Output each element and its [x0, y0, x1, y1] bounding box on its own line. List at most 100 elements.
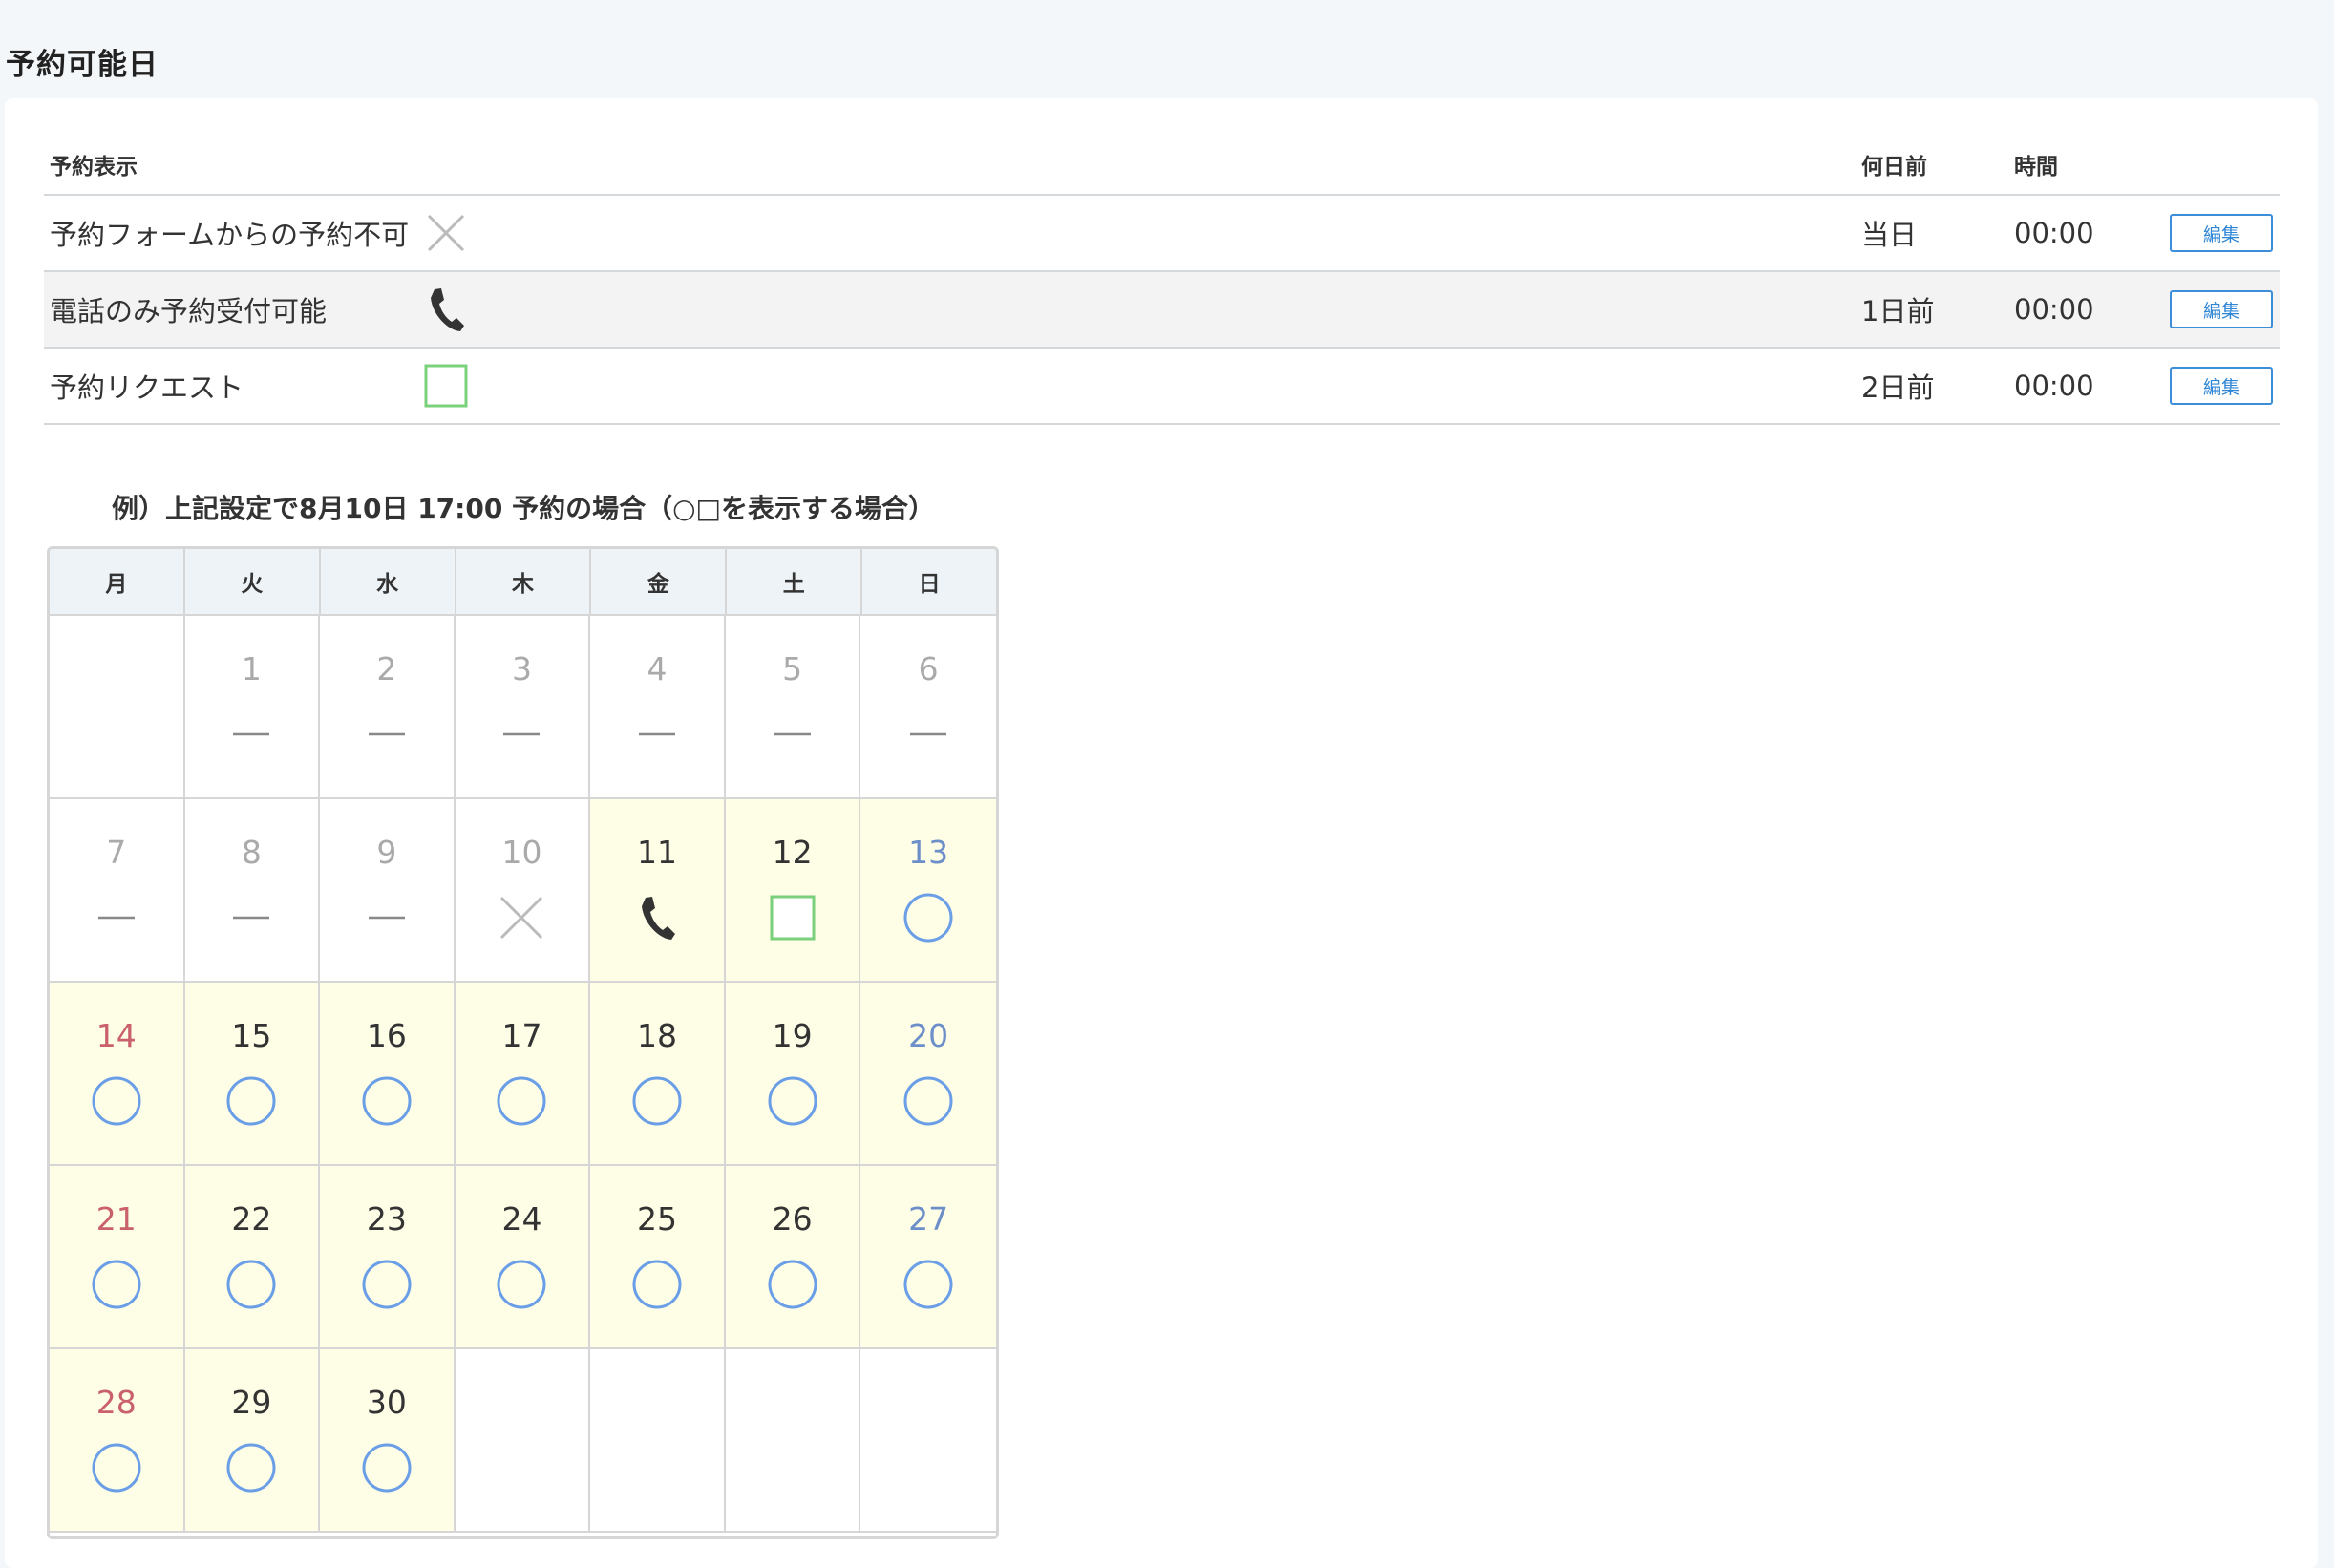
weekday-wed: 水 — [321, 549, 456, 614]
header-days-before: 何日前 — [1861, 154, 1927, 180]
edit-button[interactable]: 編集 — [2170, 214, 2273, 252]
calendar-day-number: 23 — [366, 1200, 407, 1238]
row-time: 00:00 — [2014, 370, 2094, 402]
calendar-day-cell: 11 — [590, 799, 726, 983]
calendar-day-number: 30 — [366, 1384, 407, 1421]
row-time: 00:00 — [2014, 217, 2094, 249]
calendar-day-cell: 2 — [320, 616, 456, 799]
square-icon — [423, 363, 469, 409]
calendar-day-cell — [860, 1349, 996, 1533]
calendar-day-cell: 21 — [50, 1166, 185, 1349]
calendar-day-cell — [590, 1349, 726, 1533]
dash-icon — [495, 708, 548, 761]
calendar-day-number: 16 — [366, 1017, 407, 1054]
weekday-fri: 金 — [591, 549, 728, 614]
calendar-day-number: 1 — [241, 650, 262, 688]
row-days-before: 当日 — [1861, 219, 1918, 251]
calendar-day-number: 12 — [772, 834, 813, 871]
weekday-sat: 土 — [727, 549, 863, 614]
dash-icon — [90, 891, 143, 944]
row-days-before: 1日前 — [1861, 295, 1935, 328]
calendar-day-cell: 14 — [50, 983, 185, 1166]
page-title: 予約可能日 — [6, 48, 159, 82]
dash-icon — [360, 708, 414, 761]
settings-row-unavailable: 予約フォームからの予約不可 当日 00:00 編集 — [44, 196, 2280, 272]
edit-button[interactable]: 編集 — [2170, 290, 2273, 328]
calendar-day-cell — [50, 616, 185, 799]
calendar-day-cell: 16 — [320, 983, 456, 1166]
calendar-day-number: 24 — [501, 1200, 542, 1238]
calendar-day-cell: 3 — [455, 616, 591, 799]
weekday-mon: 月 — [50, 549, 185, 614]
calendar-day-cell — [725, 1349, 861, 1533]
cross-icon — [495, 891, 548, 944]
calendar-day-cell: 17 — [455, 983, 591, 1166]
calendar-day-number: 19 — [772, 1017, 813, 1054]
calendar-day-number: 17 — [501, 1017, 542, 1054]
cross-icon — [423, 210, 469, 256]
circle-icon — [495, 1258, 548, 1311]
circle-icon — [902, 891, 955, 944]
edit-button[interactable]: 編集 — [2170, 367, 2273, 405]
calendar-day-cell: 1 — [184, 616, 321, 799]
circle-icon — [902, 1074, 955, 1128]
calendar-day-number: 21 — [95, 1200, 137, 1238]
row-label: 電話のみ予約受付可能 — [50, 295, 328, 328]
calendar-day-cell: 22 — [184, 1166, 321, 1349]
calendar-day-cell: 12 — [725, 799, 861, 983]
calendar-day-cell: 7 — [50, 799, 185, 983]
circle-icon — [360, 1074, 414, 1128]
calendar-day-number: 20 — [908, 1017, 949, 1054]
calendar-day-number: 2 — [376, 650, 397, 688]
calendar-day-number: 29 — [231, 1384, 272, 1421]
calendar-days: 1 2 3 4 5 6 7 8 9 10 11 12 13 14 15 16 17 18 19 20 21 22 23 24 2… — [50, 616, 996, 1533]
calendar-day-cell: 26 — [725, 1166, 861, 1349]
calendar-day-number: 4 — [647, 650, 668, 688]
phone-icon — [423, 286, 469, 332]
dash-icon — [630, 708, 684, 761]
calendar-day-number: 13 — [908, 834, 949, 871]
calendar-day-cell: 29 — [184, 1349, 321, 1533]
calendar-day-cell: 20 — [860, 983, 996, 1166]
dash-icon — [902, 708, 955, 761]
calendar-day-number: 14 — [95, 1017, 137, 1054]
calendar-day-cell — [455, 1349, 591, 1533]
circle-icon — [360, 1258, 414, 1311]
calendar-day-cell: 18 — [590, 983, 726, 1166]
weekday-tue: 火 — [185, 549, 321, 614]
settings-panel: 予約表示 何日前 時間 予約フォームからの予約不可 当日 00:00 編集 電話… — [5, 98, 2318, 1568]
circle-icon — [90, 1074, 143, 1128]
calendar-day-cell: 6 — [860, 616, 996, 799]
calendar-day-number: 22 — [231, 1200, 272, 1238]
calendar-day-cell: 24 — [455, 1166, 591, 1349]
calendar-day-number: 10 — [501, 834, 542, 871]
calendar-day-cell: 15 — [184, 983, 321, 1166]
calendar-day-number: 3 — [511, 650, 532, 688]
calendar-day-number: 27 — [908, 1200, 949, 1238]
example-caption: 例）上記設定で8月10日 17:00 予約の場合（○□を表示する場合） — [112, 493, 935, 524]
example-calendar: 月 火 水 木 金 土 日 1 2 3 4 5 6 7 8 9 10 11 12 13 14 15 16 17 1… — [47, 546, 999, 1539]
calendar-day-cell: 27 — [860, 1166, 996, 1349]
circle-icon — [224, 1258, 278, 1311]
dash-icon — [766, 708, 819, 761]
circle-icon — [90, 1441, 143, 1494]
calendar-day-number: 25 — [637, 1200, 678, 1238]
header-display: 予約表示 — [50, 154, 138, 180]
calendar-day-cell: 13 — [860, 799, 996, 983]
calendar-day-number: 9 — [376, 834, 397, 871]
calendar-day-number: 28 — [95, 1384, 137, 1421]
dash-icon — [224, 708, 278, 761]
calendar-day-cell: 30 — [320, 1349, 456, 1533]
settings-row-request: 予約リクエスト 2日前 00:00 編集 — [44, 349, 2280, 425]
calendar-day-cell: 10 — [455, 799, 591, 983]
calendar-day-cell: 5 — [725, 616, 861, 799]
dash-icon — [224, 891, 278, 944]
calendar-day-number: 15 — [231, 1017, 272, 1054]
calendar-day-cell: 25 — [590, 1166, 726, 1349]
calendar-day-number: 11 — [637, 834, 678, 871]
calendar-day-number: 26 — [772, 1200, 813, 1238]
circle-icon — [630, 1258, 684, 1311]
weekday-sun: 日 — [918, 572, 941, 597]
calendar-day-number: 6 — [918, 650, 939, 688]
settings-table: 予約表示 何日前 時間 予約フォームからの予約不可 当日 00:00 編集 電話… — [44, 137, 2280, 425]
